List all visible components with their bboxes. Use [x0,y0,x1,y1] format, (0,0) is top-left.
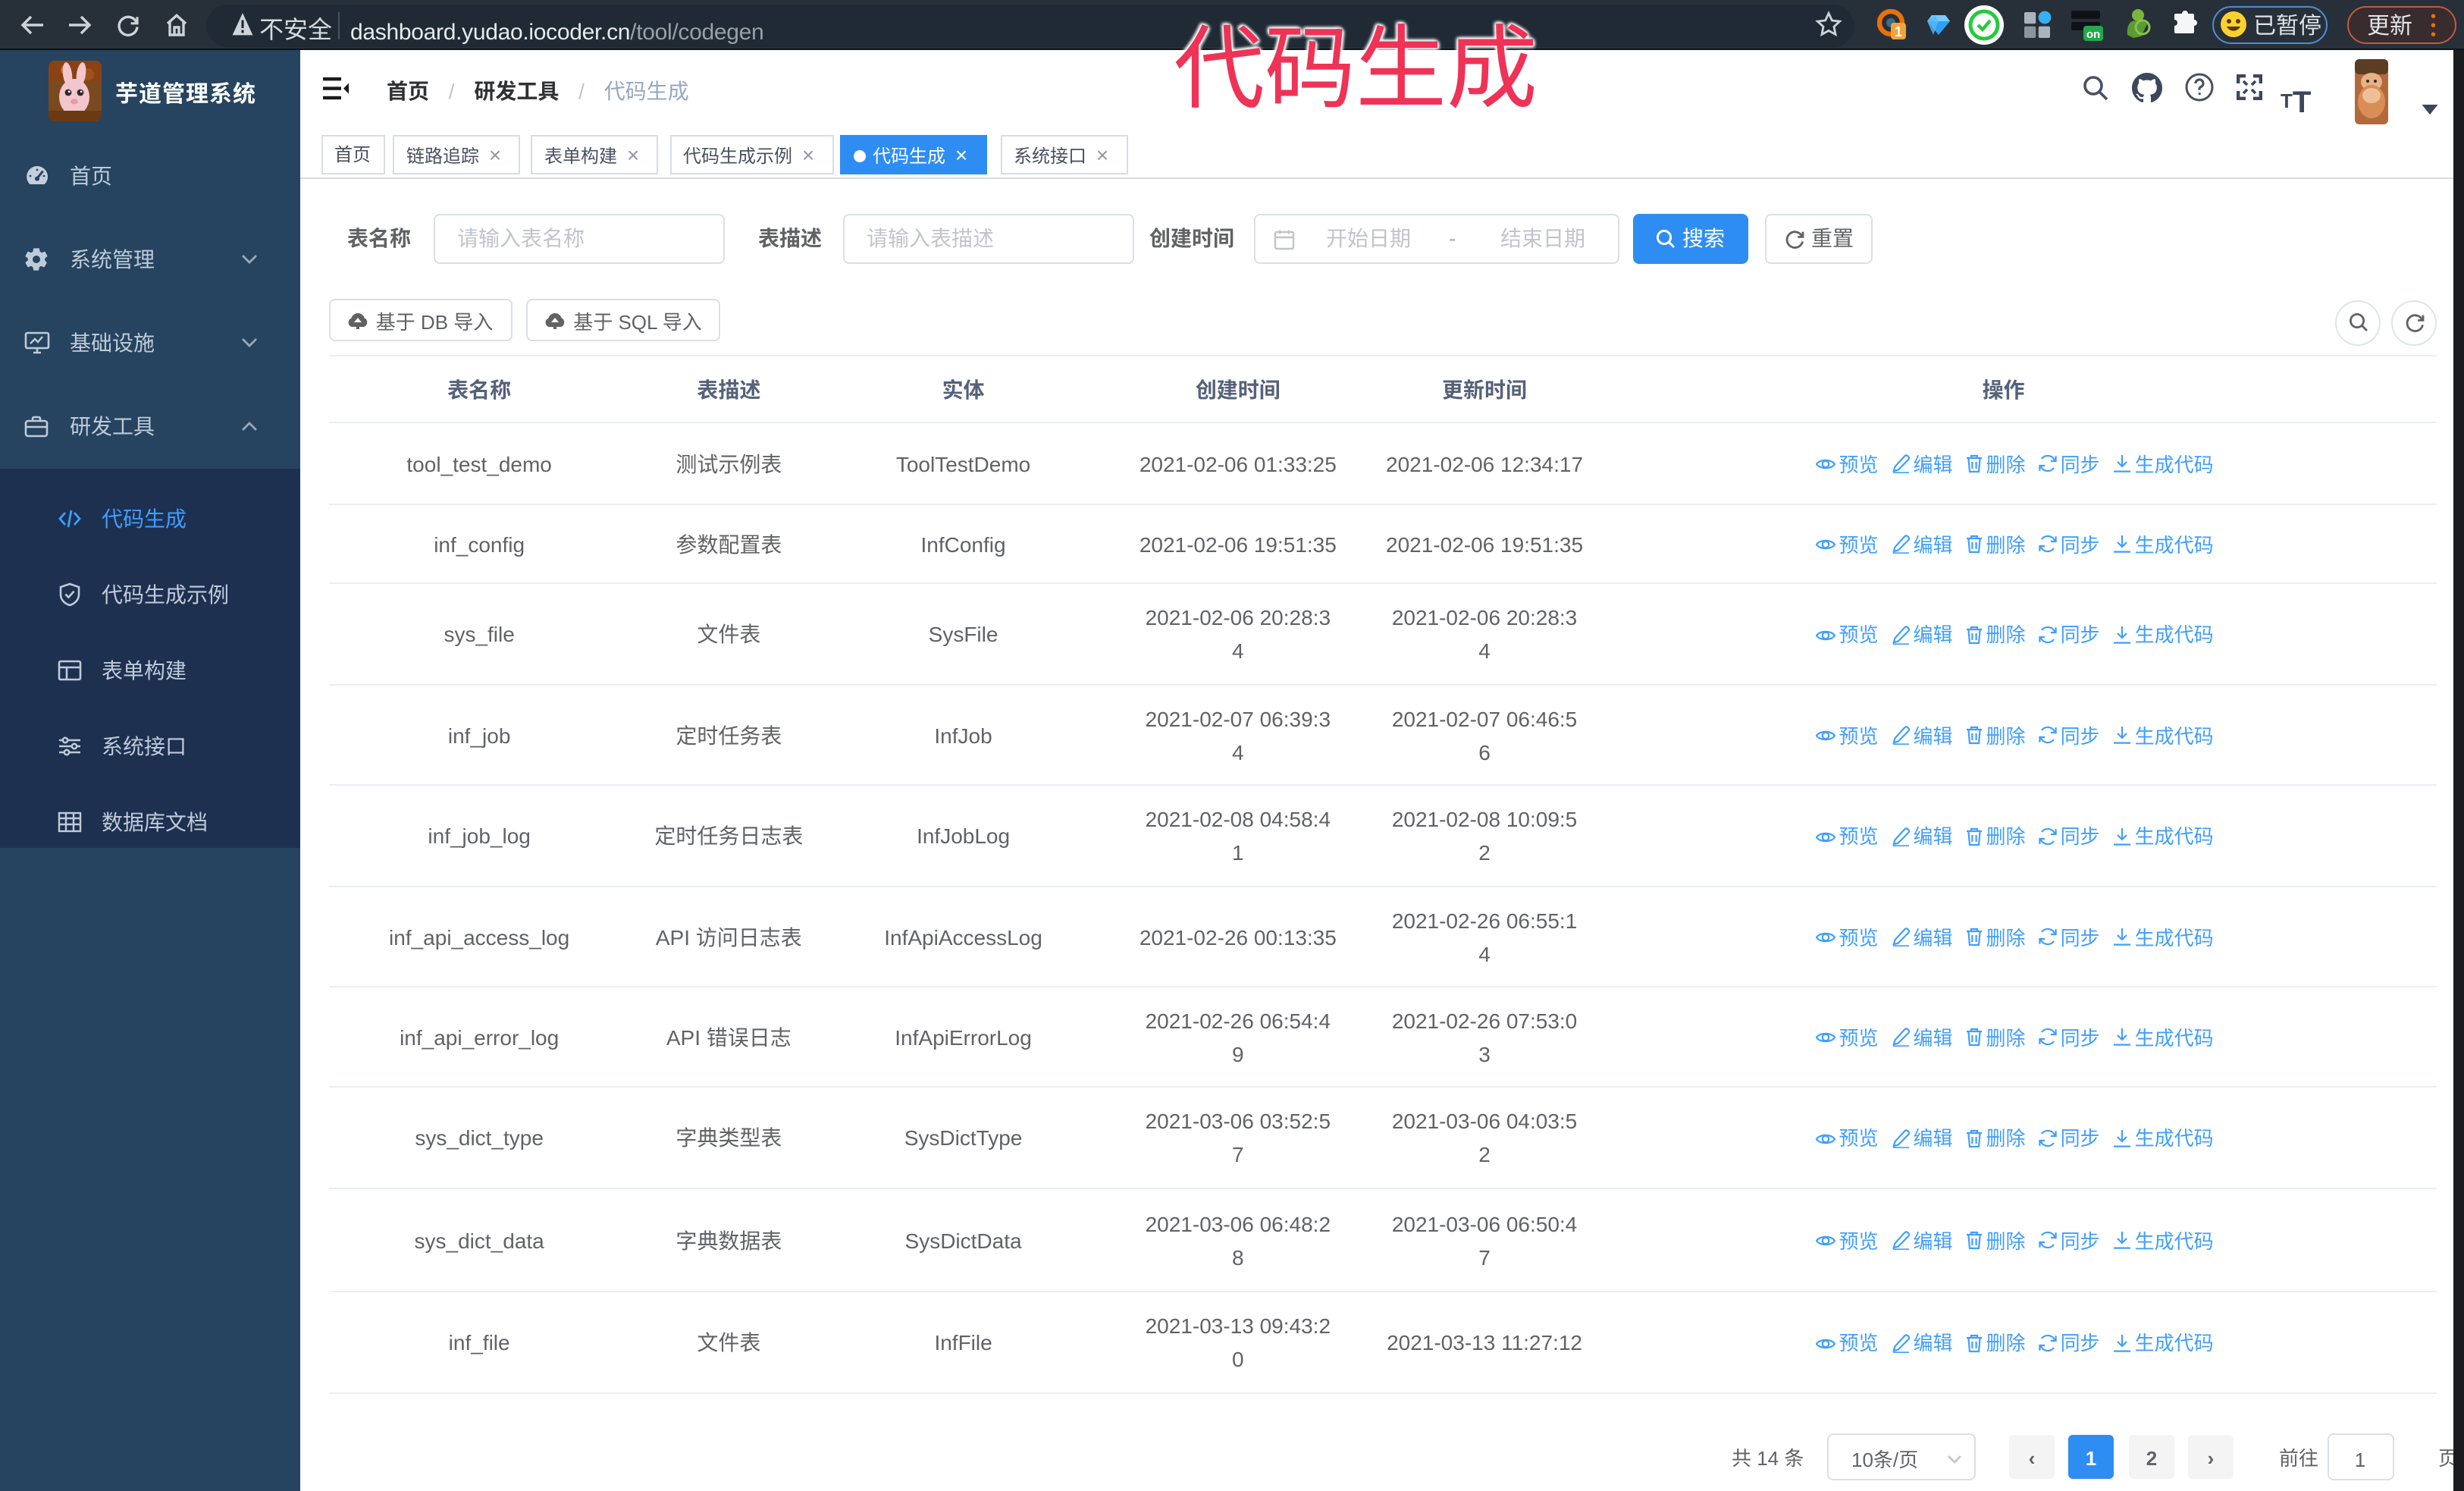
svg-text:1: 1 [1895,21,1902,39]
svg-text:on: on [2086,26,2100,42]
